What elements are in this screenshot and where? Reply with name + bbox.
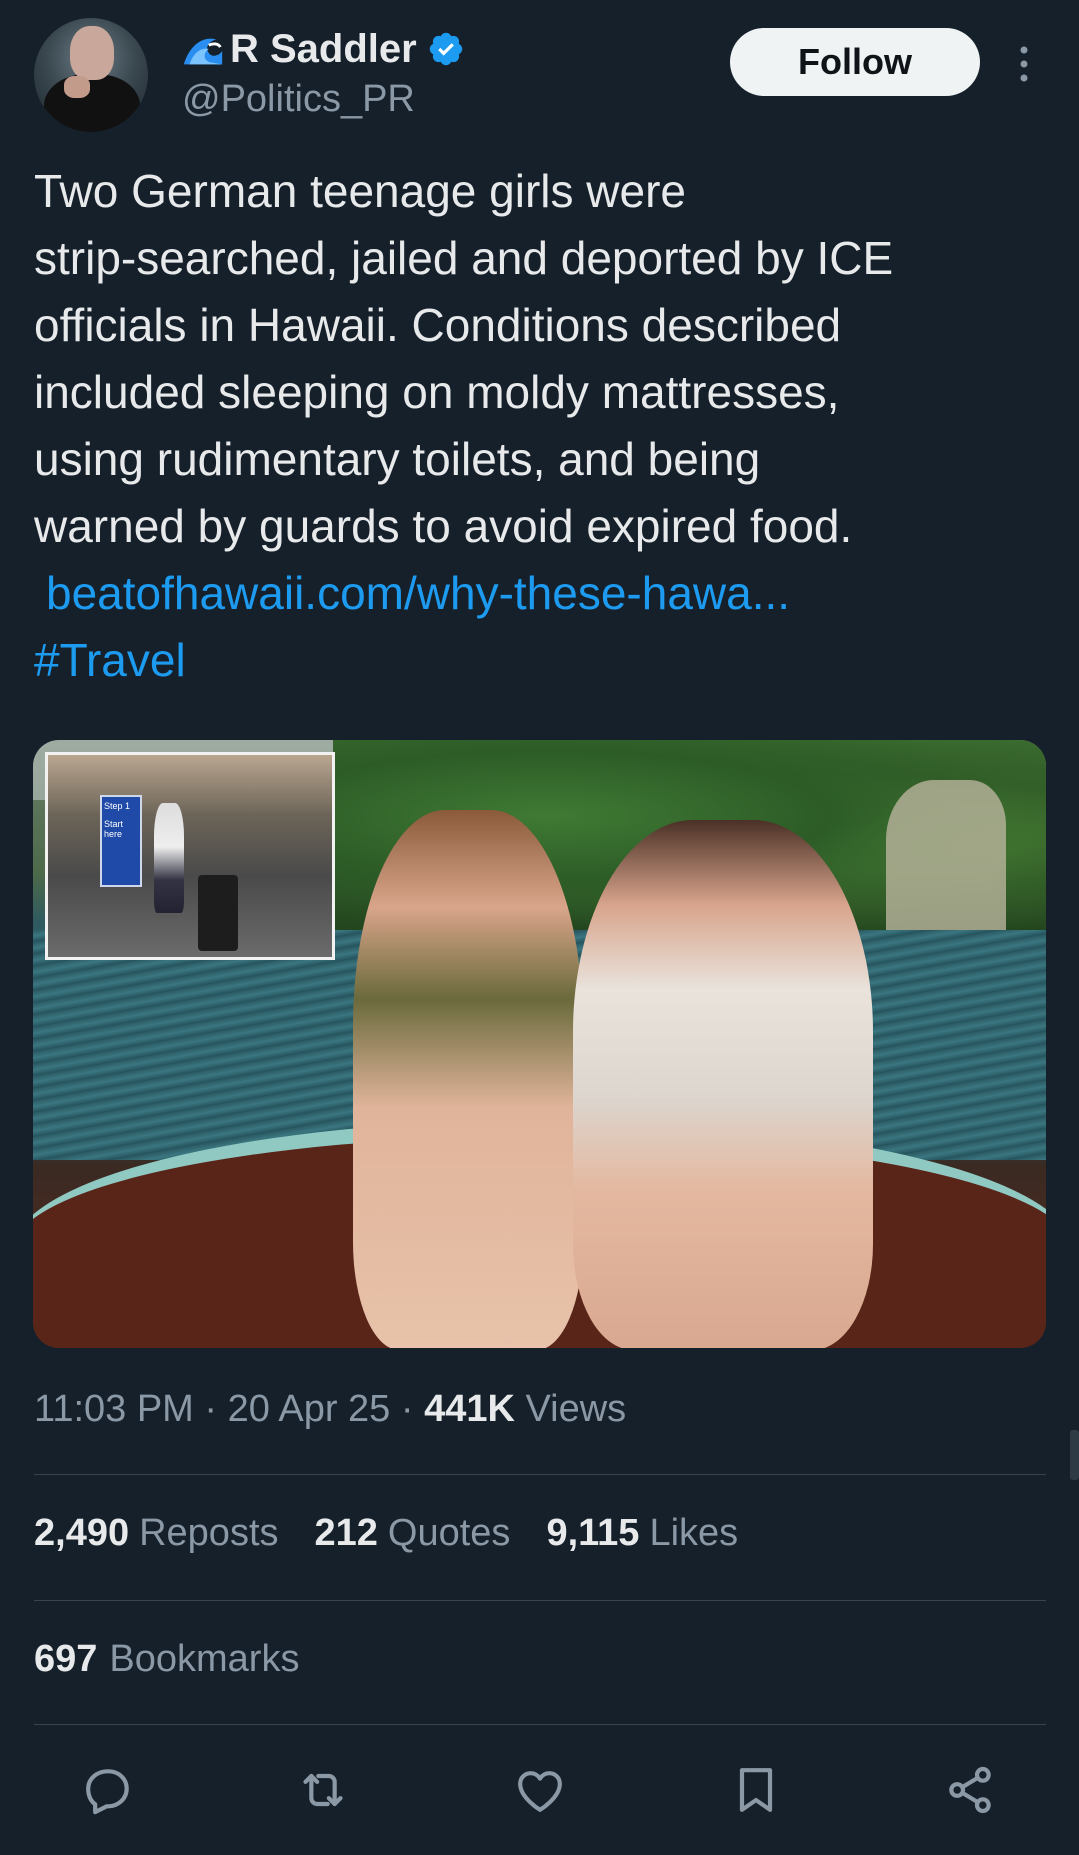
tweet-text: Two German teenage girls were strip-sear…	[34, 158, 1044, 694]
like-button[interactable]	[510, 1760, 570, 1820]
image-person-left	[353, 810, 583, 1348]
tweet-text-line: officials in Hawaii. Conditions describe…	[34, 299, 842, 351]
bookmark-icon	[739, 1768, 773, 1812]
bookmarks-label: Bookmarks	[109, 1638, 300, 1680]
tweet-text-line: warned by guards to avoid expired food.	[34, 500, 853, 552]
display-name[interactable]: R Saddler	[230, 27, 417, 72]
more-options-icon[interactable]	[1012, 44, 1036, 84]
engagement-stats: 2,490 Reposts 212 Quotes 9,115 Likes	[34, 1512, 774, 1555]
wave-icon	[183, 38, 223, 65]
inset-person	[154, 803, 184, 913]
reposts-stat[interactable]: 2,490 Reposts	[34, 1512, 279, 1555]
quotes-stat[interactable]: 212 Quotes	[315, 1512, 511, 1555]
reposts-label: Reposts	[139, 1512, 279, 1554]
likes-stat[interactable]: 9,115 Likes	[546, 1512, 738, 1555]
tweet-text-line: using rudimentary toilets, and being	[34, 433, 761, 485]
author-name-row[interactable]: R Saddler	[180, 24, 465, 74]
views-count: 441K	[424, 1388, 515, 1430]
avatar-hand	[64, 76, 90, 98]
tweet-text-line: Two German teenage girls were	[34, 165, 686, 217]
hashtag-link[interactable]: #Travel	[34, 634, 186, 686]
repost-button[interactable]	[293, 1760, 353, 1820]
bookmarks-count: 697	[34, 1638, 98, 1680]
reply-button[interactable]	[78, 1760, 138, 1820]
image-person-right	[573, 820, 873, 1348]
inset-sign: Step 1 Start here	[100, 795, 142, 887]
divider	[34, 1474, 1046, 1475]
avatar[interactable]	[34, 18, 148, 132]
inset-suitcase	[198, 875, 238, 951]
meta-separator: ·	[204, 1388, 218, 1430]
reply-icon	[86, 1769, 129, 1815]
tweet-date[interactable]: 20 Apr 25	[228, 1388, 391, 1430]
bookmark-button[interactable]	[726, 1760, 786, 1820]
image-cliff	[886, 780, 1006, 930]
action-bar	[0, 1760, 1079, 1820]
tweet-time[interactable]: 11:03 PM	[34, 1388, 194, 1430]
divider	[34, 1724, 1046, 1725]
author-handle[interactable]: @Politics_PR	[182, 78, 415, 121]
inset-sign-text: Start here	[104, 819, 124, 839]
tweet-detail-page: R Saddler @Politics_PR Follow Two German…	[0, 0, 1079, 1855]
tweet-meta: 11:03 PM · 20 Apr 25 · 441K Views	[34, 1388, 626, 1431]
likes-label: Likes	[649, 1512, 739, 1554]
quotes-count: 212	[314, 1512, 378, 1554]
share-icon	[949, 1766, 991, 1814]
reposts-count: 2,490	[34, 1512, 130, 1554]
quotes-label: Quotes	[387, 1512, 511, 1554]
bookmarks-stat[interactable]: 697 Bookmarks	[34, 1638, 299, 1681]
scrollbar-thumb[interactable]	[1070, 1430, 1079, 1480]
avatar-face	[70, 26, 114, 80]
share-button[interactable]	[940, 1760, 1000, 1820]
image-inset-airport: Step 1 Start here	[45, 752, 335, 960]
inset-sign-text: Step 1	[104, 801, 131, 811]
tweet-media-image[interactable]: Step 1 Start here	[33, 740, 1046, 1348]
tweet-link[interactable]: beatofhawaii.com/why-these-hawa...	[46, 567, 790, 619]
avatar-body	[44, 74, 140, 132]
verified-badge-icon[interactable]	[427, 30, 465, 68]
repost-icon	[303, 1773, 343, 1807]
divider	[34, 1600, 1046, 1601]
like-icon	[518, 1771, 562, 1812]
likes-count: 9,115	[546, 1512, 640, 1554]
tweet-text-line: strip-searched, jailed and deported by I…	[34, 232, 894, 284]
follow-button[interactable]: Follow	[730, 28, 980, 96]
views-label: Views	[525, 1388, 627, 1430]
meta-separator: ·	[400, 1388, 414, 1430]
tweet-text-line: included sleeping on moldy mattresses,	[34, 366, 840, 418]
